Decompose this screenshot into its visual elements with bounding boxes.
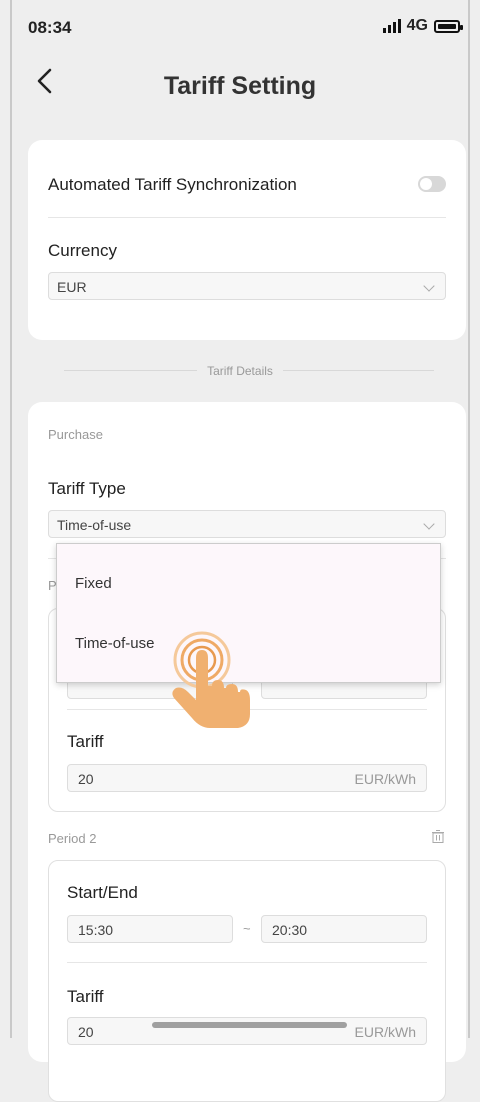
status-time: 08:34 [28, 18, 72, 37]
divider [67, 962, 427, 963]
home-indicator [152, 1022, 347, 1028]
period2-tariff-label: Tariff [67, 987, 104, 1006]
status-icons: 4G [382, 17, 463, 35]
tariff-type-value: Time-of-use [57, 517, 132, 533]
range-separator: ~ [243, 921, 251, 936]
period1-tariff-field[interactable]: 20 EUR/kWh [67, 764, 427, 792]
period2-start-end-label: Start/End [67, 883, 138, 902]
trash-icon[interactable] [432, 830, 444, 843]
network-type: 4G [406, 17, 428, 34]
period2-label: Period 2 [48, 831, 97, 846]
section-label: Tariff Details [197, 364, 283, 378]
divider [48, 217, 446, 218]
page-title: Tariff Setting [163, 72, 317, 100]
period1-tariff-value: 20 [78, 771, 94, 787]
currency-value: EUR [57, 279, 87, 295]
battery-icon [434, 19, 463, 33]
frame-right-edge [468, 0, 470, 1038]
period2-end-field[interactable]: 20:30 [261, 915, 427, 943]
sync-label: Automated Tariff Synchronization [48, 175, 297, 194]
tariff-type-label: Tariff Type [48, 479, 126, 498]
dropdown-option-fixed[interactable]: Fixed [75, 575, 112, 592]
currency-label: Currency [48, 241, 117, 260]
page-header: Tariff Setting [0, 58, 480, 110]
status-bar: 08:34 4G [0, 0, 480, 52]
sync-currency-card: Automated Tariff Synchronization Currenc… [28, 140, 466, 340]
period1-tariff-label: Tariff [67, 732, 104, 751]
signal-icon [382, 19, 401, 33]
currency-select[interactable]: EUR [48, 272, 446, 300]
dropdown-option-time-of-use[interactable]: Time-of-use [75, 635, 154, 652]
sync-toggle[interactable] [418, 176, 446, 192]
period2-start-field[interactable]: 15:30 [67, 915, 233, 943]
period2-box: Start/End 15:30 ~ 20:30 Tariff 20 EUR/kW… [48, 860, 446, 1102]
tariff-details-card: Purchase Tariff Type Time-of-use P Tarif… [28, 402, 466, 1102]
period2-start-value: 15:30 [78, 922, 114, 938]
tap-hand-icon [172, 631, 250, 728]
period1-tariff-unit: EUR/kWh [354, 771, 416, 787]
period2-end-value: 20:30 [272, 922, 308, 938]
frame-left-edge [10, 0, 12, 1038]
chevron-down-icon [423, 518, 435, 530]
chevron-down-icon [423, 280, 435, 292]
purchase-label: Purchase [48, 427, 103, 442]
tariff-type-select[interactable]: Time-of-use [48, 510, 446, 538]
